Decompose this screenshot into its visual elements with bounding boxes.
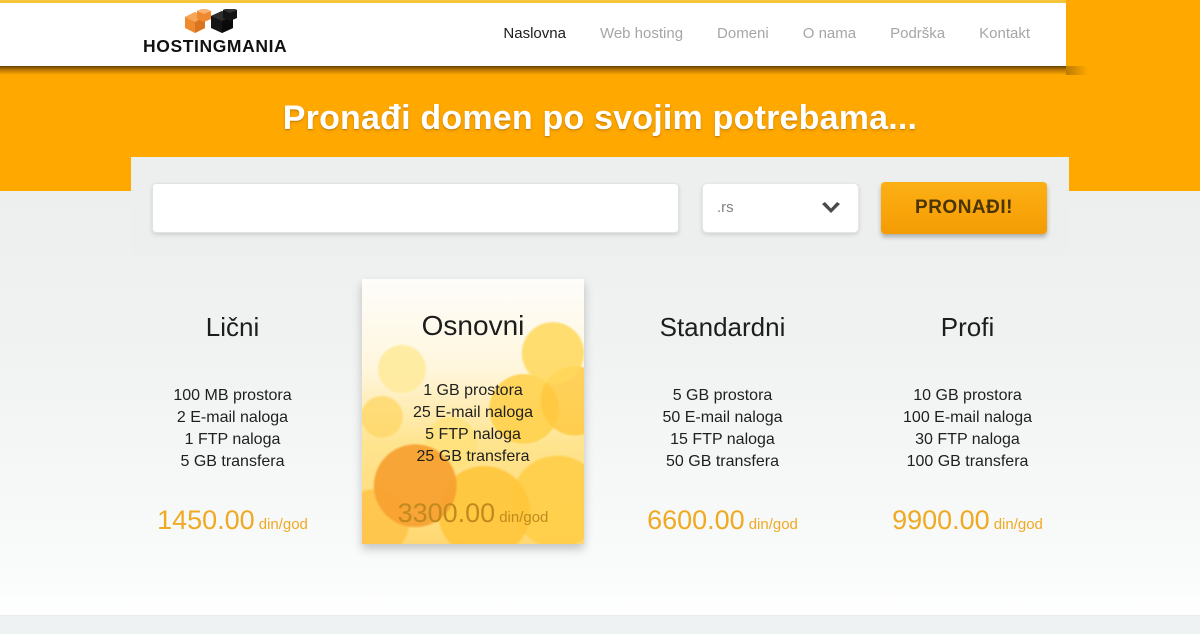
- nav-item-o-nama[interactable]: O nama: [803, 25, 856, 42]
- plan-price-amount: 3300.00: [397, 498, 496, 528]
- plan-feature: 100 E-mail naloga: [903, 409, 1032, 426]
- plan-price-unit: din/god: [499, 509, 549, 526]
- plan-price-unit: din/god: [258, 516, 308, 533]
- site-header: HOSTINGMANIA Naslovna Web hosting Domeni…: [0, 0, 1066, 66]
- nav-item-kontakt[interactable]: Kontakt: [979, 25, 1030, 42]
- plan-title: Standardni: [659, 312, 786, 342]
- plan-title: Osnovni: [421, 310, 525, 341]
- header-bottom-shadow: [0, 66, 1066, 75]
- plan-price-unit: din/god: [748, 516, 798, 533]
- chevron-down-icon: [820, 201, 842, 217]
- plan-feature: 25 GB transfera: [416, 448, 530, 465]
- nav-item-naslovna[interactable]: Naslovna: [503, 25, 566, 42]
- plan-features: 100 MB prostora 2 E-mail naloga 1 FTP na…: [110, 385, 355, 473]
- nav-item-web-hosting[interactable]: Web hosting: [600, 25, 683, 42]
- plan-feature: 25 E-mail naloga: [412, 404, 534, 421]
- plan-features: 1 GB prostora 25 E-mail naloga 5 FTP nal…: [362, 380, 584, 468]
- plan-feature: 30 FTP naloga: [915, 431, 1020, 448]
- plan-feature: 5 FTP naloga: [425, 426, 521, 443]
- blocks-logo-icon: [183, 7, 239, 35]
- plan-feature: 100 GB transfera: [906, 453, 1029, 470]
- pricing-section: Lični 100 MB prostora 2 E-mail naloga 1 …: [0, 191, 1200, 615]
- pricing-card-osnovni[interactable]: Osnovni 1 GB prostora 25 E-mail naloga 5…: [362, 279, 584, 544]
- pricing-card-profi[interactable]: Profi 10 GB prostora 100 E-mail naloga 3…: [845, 288, 1090, 558]
- plan-feature: 10 GB prostora: [913, 387, 1022, 404]
- plan-price-amount: 9900.00: [892, 505, 990, 535]
- logo[interactable]: HOSTINGMANIA: [143, 7, 293, 61]
- nav-item-podrska[interactable]: Podrška: [890, 25, 945, 42]
- plan-feature: 1 GB prostora: [423, 382, 523, 399]
- footer-strip: [0, 615, 1200, 634]
- pricing-card-standardni[interactable]: Standardni 5 GB prostora 50 E-mail nalog…: [600, 288, 845, 558]
- page-root: Pronađi domen po svojim potrebama... HOS…: [0, 0, 1200, 634]
- plan-price-amount: 1450.00: [157, 505, 255, 535]
- plan-title: Profi: [940, 312, 995, 342]
- logo-text: HOSTINGMANIA: [143, 36, 288, 56]
- search-submit-button[interactable]: PRONAĐI!: [881, 182, 1047, 234]
- plan-features: 10 GB prostora 100 E-mail naloga 30 FTP …: [845, 385, 1090, 473]
- pricing-card-licni[interactable]: Lični 100 MB prostora 2 E-mail naloga 1 …: [110, 288, 355, 558]
- domain-search-input[interactable]: [152, 183, 679, 233]
- header-inner: HOSTINGMANIA Naslovna Web hosting Domeni…: [0, 3, 1066, 66]
- hero-title: Pronađi domen po svojim potrebama...: [282, 99, 918, 137]
- plan-feature: 5 GB prostora: [672, 387, 773, 404]
- plan-feature: 2 E-mail naloga: [176, 409, 289, 426]
- plan-price-unit: din/god: [993, 516, 1043, 533]
- plan-feature: 100 MB prostora: [173, 387, 292, 404]
- plan-title: Lični: [205, 312, 260, 342]
- plan-feature: 1 FTP naloga: [184, 431, 281, 448]
- plan-feature: 15 FTP naloga: [670, 431, 775, 448]
- plan-feature: 5 GB transfera: [180, 453, 285, 470]
- nav-item-domeni[interactable]: Domeni: [717, 25, 769, 42]
- pricing-plans: Lični 100 MB prostora 2 E-mail naloga 1 …: [110, 279, 1090, 558]
- plan-feature: 50 GB transfera: [666, 453, 779, 470]
- header-bottom-shadow-right: [1066, 66, 1088, 75]
- plan-feature: 50 E-mail naloga: [662, 409, 783, 426]
- plan-price: 3300.00 din/god: [362, 498, 584, 529]
- tld-select-value: .rs: [717, 199, 734, 216]
- plan-price: 9900.00 din/god: [845, 505, 1090, 536]
- main-navigation: Naslovna Web hosting Domeni O nama Podrš…: [503, 25, 1030, 42]
- domain-search-panel: .rs PRONAĐI!: [131, 157, 1069, 254]
- tld-select[interactable]: .rs: [702, 183, 859, 233]
- plan-price: 6600.00 din/god: [600, 505, 845, 536]
- plan-price-amount: 6600.00: [647, 505, 745, 535]
- plan-features: 5 GB prostora 50 E-mail naloga 15 FTP na…: [600, 385, 845, 473]
- plan-price: 1450.00 din/god: [110, 505, 355, 536]
